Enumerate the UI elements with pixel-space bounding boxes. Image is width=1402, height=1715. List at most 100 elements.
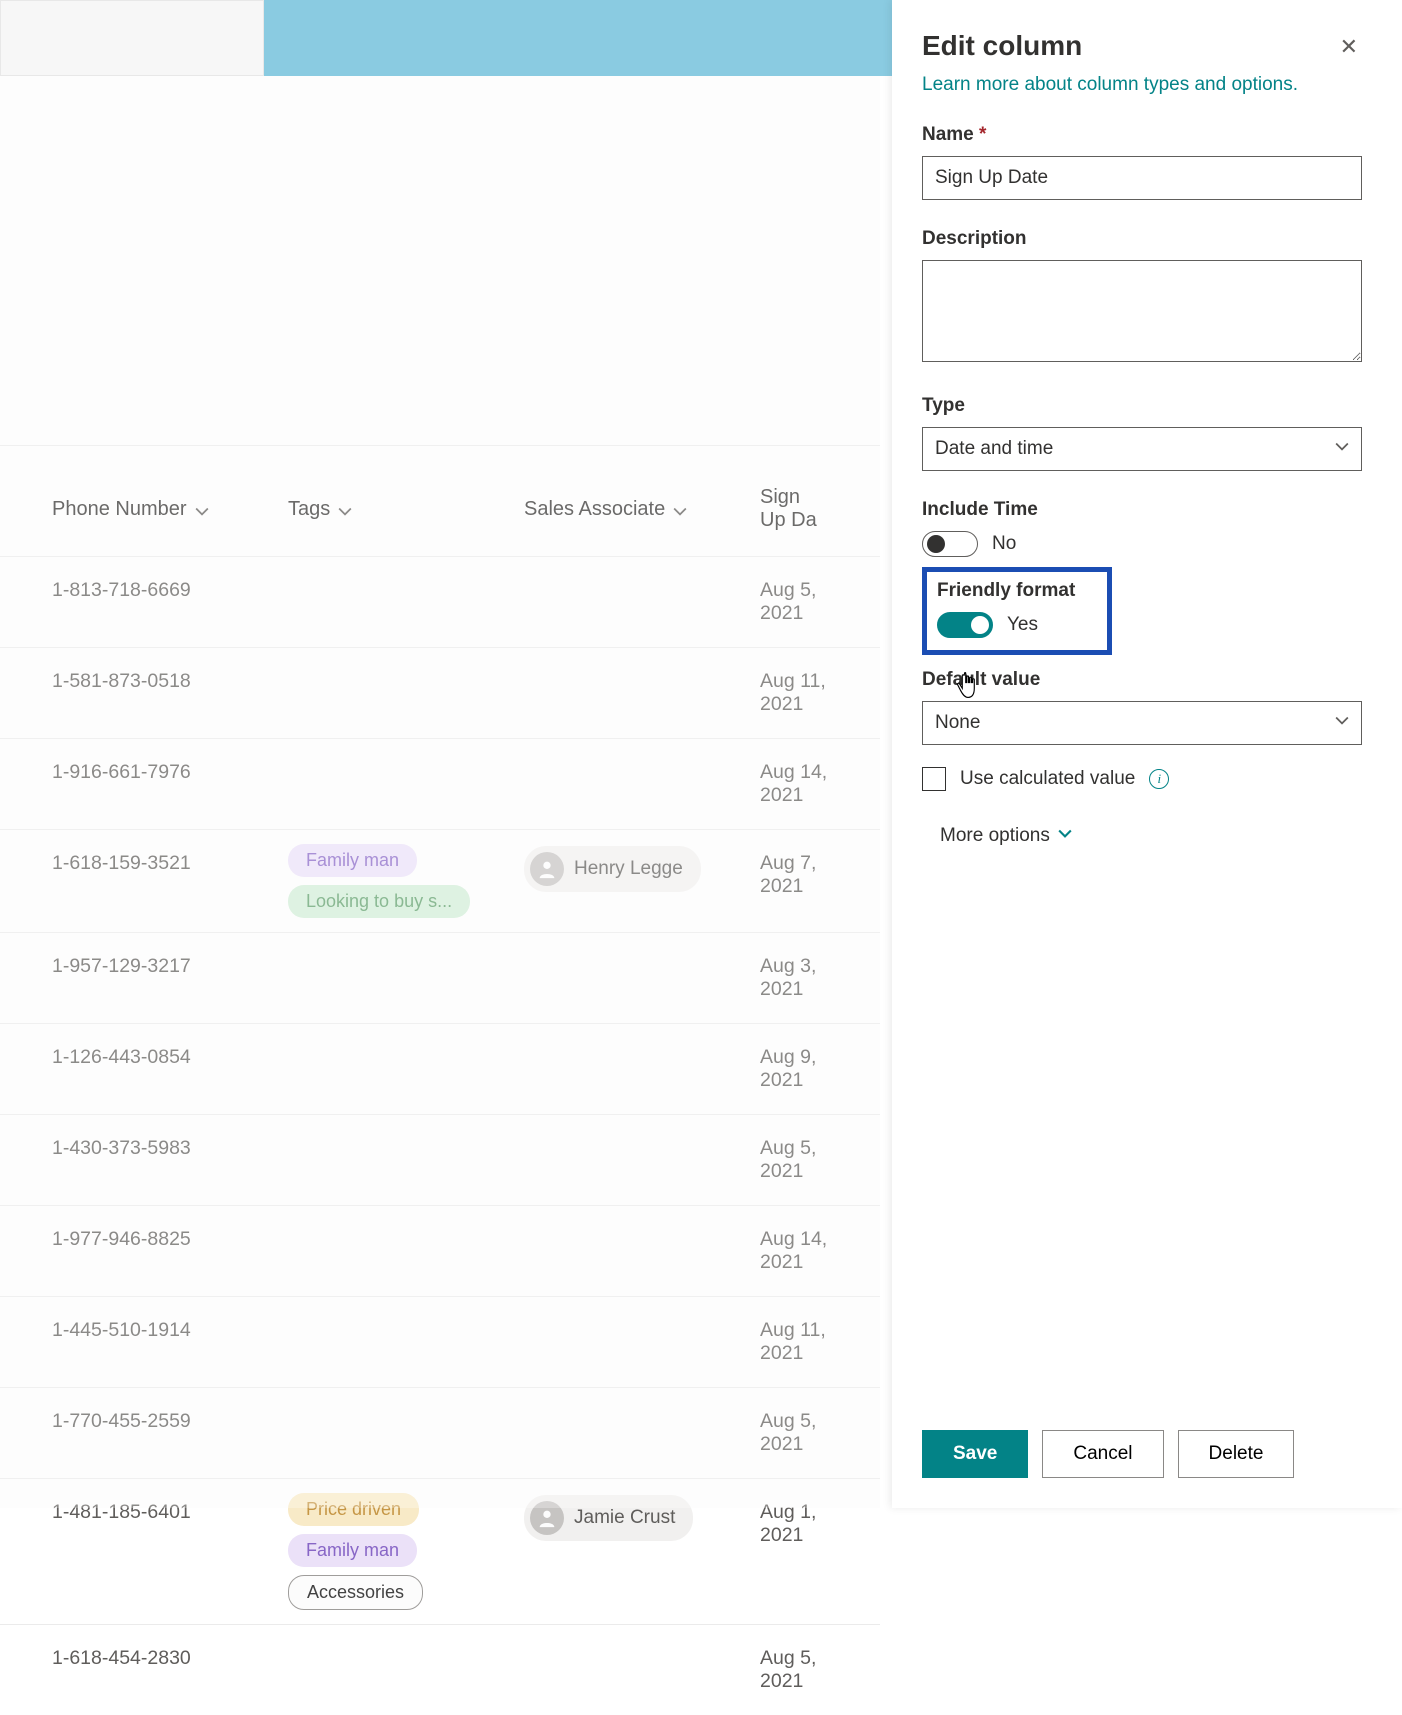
edit-column-panel: Edit column ✕ Learn more about column ty… <box>892 0 1402 1508</box>
phone-cell: 1-957-129-3217 <box>52 933 288 1023</box>
tags-cell <box>288 739 524 829</box>
signup-date-cell: Aug 11, 2021 <box>760 1297 828 1387</box>
tags-cell <box>288 933 524 1023</box>
description-textarea[interactable] <box>922 260 1362 362</box>
sales-associate-cell <box>524 933 760 1023</box>
include-time-label: Include Time <box>922 499 1362 521</box>
signup-date-cell: Aug 1, 2021 <box>760 1479 828 1624</box>
table-row[interactable]: 1-977-946-8825Aug 14, 2021 <box>0 1205 880 1296</box>
sales-associate-cell <box>524 1297 760 1387</box>
sales-associate-cell <box>524 1115 760 1205</box>
signup-date-cell: Aug 9, 2021 <box>760 1024 828 1114</box>
more-options-label: More options <box>940 825 1050 847</box>
friendly-format-highlight: Friendly format Yes <box>922 567 1112 655</box>
tag-chip[interactable]: Looking to buy s... <box>288 885 470 918</box>
chevron-down-icon <box>673 502 687 516</box>
panel-title: Edit column <box>922 30 1082 62</box>
col-tags-label: Tags <box>288 498 330 521</box>
type-label: Type <box>922 395 1362 417</box>
chevron-down-icon <box>1335 712 1349 734</box>
table-row[interactable]: 1-618-454-2830Aug 5, 2021 <box>0 1624 880 1715</box>
panel-footer: Save Cancel Delete <box>892 1406 1402 1508</box>
phone-cell: 1-581-873-0518 <box>52 648 288 738</box>
delete-button[interactable]: Delete <box>1178 1430 1295 1478</box>
tags-cell <box>288 1206 524 1296</box>
phone-cell: 1-813-718-6669 <box>52 557 288 647</box>
table-row[interactable]: 1-813-718-6669Aug 5, 2021 <box>0 556 880 647</box>
type-value: Date and time <box>935 438 1053 460</box>
friendly-format-value: Yes <box>1007 614 1038 636</box>
table-row[interactable]: 1-957-129-3217 Aug 3, 2021 <box>0 932 880 1023</box>
table-row[interactable]: 1-770-455-2559 Aug 5, 2021 <box>0 1387 880 1478</box>
col-salesassoc-header[interactable]: Sales Associate <box>524 446 760 556</box>
table-row[interactable]: 1-581-873-0518 Aug 11, 2021 <box>0 647 880 738</box>
table-row[interactable]: 1-445-510-1914 Aug 11, 2021 <box>0 1296 880 1387</box>
friendly-format-toggle[interactable] <box>937 612 993 638</box>
signup-date-cell: Aug 5, 2021 <box>760 1115 828 1205</box>
tag-chip[interactable]: Accessories <box>288 1575 423 1610</box>
table-row[interactable]: 1-126-443-0854 Aug 9, 2021 <box>0 1023 880 1114</box>
use-calculated-checkbox[interactable] <box>922 767 946 791</box>
tags-cell: Family man Looking to buy s... <box>288 830 524 932</box>
phone-cell: 1-430-373-5983 <box>52 1115 288 1205</box>
avatar-icon <box>530 852 564 886</box>
table-row[interactable]: 1-916-661-7976Aug 14, 2021 <box>0 738 880 829</box>
sales-associate-cell <box>524 739 760 829</box>
info-icon[interactable]: i <box>1149 769 1169 789</box>
signup-date-cell: Aug 11, 2021 <box>760 648 828 738</box>
sales-associate-cell <box>524 1206 760 1296</box>
include-time-toggle[interactable] <box>922 531 978 557</box>
signup-date-cell: Aug 7, 2021 <box>760 830 828 932</box>
sales-associate-cell <box>524 557 760 647</box>
col-signup-header[interactable]: Sign Up Da <box>760 446 828 556</box>
tags-cell <box>288 1115 524 1205</box>
close-icon[interactable]: ✕ <box>1336 30 1362 64</box>
tag-chip[interactable]: Price driven <box>288 1493 419 1526</box>
tags-cell <box>288 648 524 738</box>
use-calculated-label: Use calculated value <box>960 768 1135 790</box>
signup-date-cell: Aug 14, 2021 <box>760 1206 828 1296</box>
cancel-button[interactable]: Cancel <box>1042 1430 1163 1478</box>
col-salesassoc-label: Sales Associate <box>524 498 665 521</box>
sales-associate-cell <box>524 1024 760 1114</box>
signup-date-cell: Aug 5, 2021 <box>760 1388 828 1478</box>
table-row[interactable]: 1-618-159-3521Family manLooking to buy s… <box>0 829 880 932</box>
more-options-button[interactable]: More options <box>922 825 1362 847</box>
person-chip[interactable]: Henry Legge <box>524 846 701 892</box>
chevron-down-icon <box>338 502 352 516</box>
tag-chip[interactable]: Family man <box>288 1534 417 1567</box>
friendly-format-label: Friendly format <box>937 580 1097 602</box>
save-button[interactable]: Save <box>922 1430 1028 1478</box>
phone-cell: 1-445-510-1914 <box>52 1297 288 1387</box>
tags-cell <box>288 1388 524 1478</box>
search-input-box[interactable] <box>0 0 264 76</box>
phone-cell: 1-126-443-0854 <box>52 1024 288 1114</box>
sales-associate-cell <box>524 1625 760 1715</box>
col-phone-header[interactable]: Phone Number <box>52 446 288 556</box>
learn-more-link[interactable]: Learn more about column types and option… <box>922 74 1298 96</box>
description-label: Description <box>922 228 1362 250</box>
sales-associate-cell <box>524 648 760 738</box>
signup-date-cell: Aug 3, 2021 <box>760 933 828 1023</box>
name-label: Name * <box>922 124 1362 146</box>
tags-cell <box>288 1297 524 1387</box>
tag-chip[interactable]: Family man <box>288 844 417 877</box>
tags-cell <box>288 557 524 647</box>
name-input[interactable] <box>922 156 1362 200</box>
default-value-label: Default value <box>922 669 1362 691</box>
phone-cell: 1-481-185-6401 <box>52 1479 288 1624</box>
phone-cell: 1-618-454-2830 <box>52 1625 288 1715</box>
chevron-down-icon <box>1335 438 1349 460</box>
phone-cell: 1-770-455-2559 <box>52 1388 288 1478</box>
sales-associate-cell <box>524 1388 760 1478</box>
person-name: Jamie Crust <box>574 1507 675 1529</box>
person-chip[interactable]: Jamie Crust <box>524 1495 693 1541</box>
chevron-down-icon <box>195 502 209 516</box>
table-row[interactable]: 1-430-373-5983 Aug 5, 2021 <box>0 1114 880 1205</box>
signup-date-cell: Aug 14, 2021 <box>760 739 828 829</box>
default-value-text: None <box>935 712 980 734</box>
table-row[interactable]: 1-481-185-6401Price driven Family man Acce… <box>0 1478 880 1624</box>
col-tags-header[interactable]: Tags <box>288 446 524 556</box>
type-select[interactable]: Date and time <box>922 427 1362 471</box>
default-value-select[interactable]: None <box>922 701 1362 745</box>
